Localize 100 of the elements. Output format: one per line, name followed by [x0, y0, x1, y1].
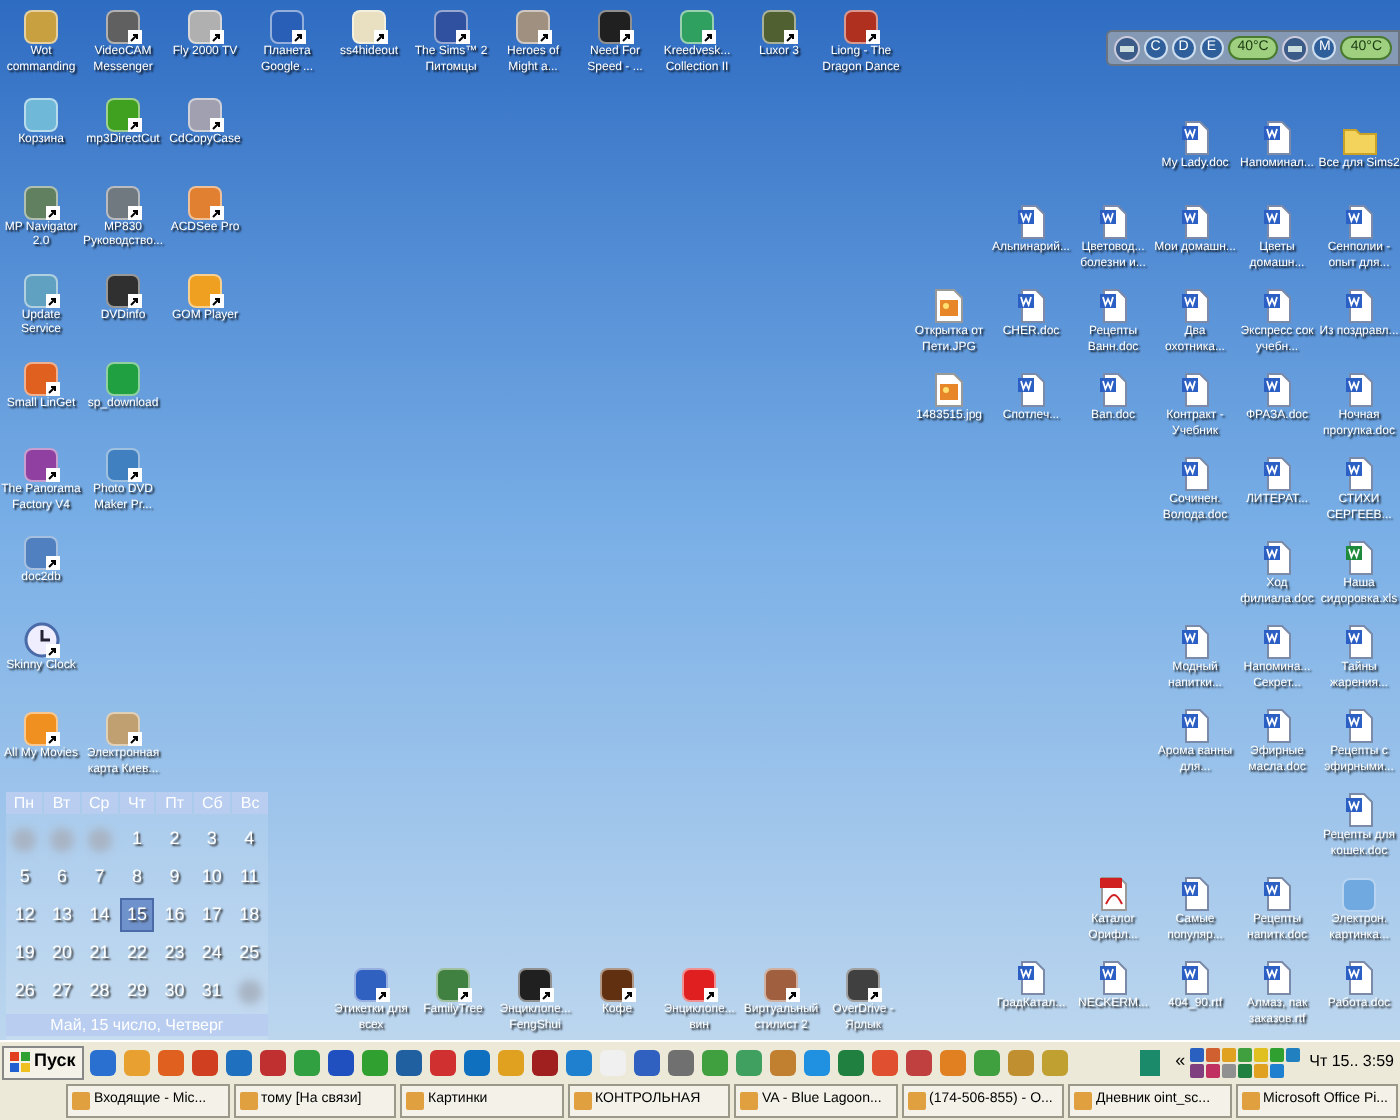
calendar-day[interactable]: 10: [194, 860, 229, 895]
quick-launch-icon[interactable]: [803, 1049, 830, 1075]
document-icon: [1097, 372, 1129, 408]
calendar-day[interactable]: 26: [7, 974, 42, 1009]
quick-launch-icon[interactable]: [905, 1049, 932, 1075]
window-icon: [1241, 1092, 1259, 1110]
quick-launch-icon[interactable]: [89, 1049, 116, 1075]
tray-expand-chevron[interactable]: «: [1175, 1048, 1186, 1076]
shortcut-arrow-icon: [46, 468, 60, 483]
document-icon: [1179, 120, 1211, 156]
shortcut-arrow-icon: [702, 30, 716, 44]
calendar-day[interactable]: 15: [119, 898, 154, 933]
calendar-day[interactable]: 23: [157, 936, 192, 971]
window-icon: [907, 1092, 925, 1110]
document-icon: [1179, 960, 1211, 996]
document-icon: [1179, 288, 1211, 324]
calendar-day[interactable]: 13: [45, 898, 80, 933]
calendar-day[interactable]: 31: [194, 974, 229, 1009]
calendar-day[interactable]: 11: [232, 860, 267, 895]
calendar-day[interactable]: 16: [157, 898, 192, 933]
document-icon: [1179, 456, 1211, 492]
calendar-day[interactable]: 3: [194, 822, 229, 857]
document-icon: [1097, 288, 1129, 324]
calendar-day[interactable]: 2: [157, 822, 192, 857]
calendar-date-caption: Май, 15 число, Четверг: [6, 1014, 268, 1037]
quick-launch-icon[interactable]: [463, 1049, 490, 1075]
quick-launch-icon[interactable]: [225, 1049, 252, 1075]
shortcut-arrow-icon: [292, 30, 306, 44]
calendar-day[interactable]: 5: [7, 860, 42, 895]
weekday-header: Вс: [232, 792, 268, 815]
shortcut-arrow-icon: [868, 988, 882, 1003]
quick-launch-icon[interactable]: [293, 1049, 320, 1075]
document-icon: [1343, 708, 1375, 744]
quick-launch-icon[interactable]: [429, 1049, 456, 1075]
taskbar-clock[interactable]: Чт 15.. 3:59: [1309, 1050, 1394, 1074]
pdf-file-icon: [1097, 876, 1129, 912]
windows-logo-icon: [10, 1052, 30, 1072]
calendar-day[interactable]: 12: [7, 898, 42, 933]
document-icon: [1179, 876, 1211, 912]
calendar-day[interactable]: 9: [157, 860, 192, 895]
language-indicator-icon[interactable]: [1139, 1049, 1160, 1075]
start-button[interactable]: Пуск: [2, 1045, 84, 1079]
calendar-day[interactable]: 30: [157, 974, 192, 1009]
quick-launch-icon[interactable]: [361, 1049, 388, 1075]
quick-launch-icon[interactable]: [531, 1049, 558, 1075]
calendar-day[interactable]: 7: [82, 860, 117, 895]
hard-disk-icon: [1282, 35, 1309, 61]
blank-day-cell: [237, 979, 262, 1004]
quick-launch-icon[interactable]: [157, 1049, 184, 1075]
document-icon: [1343, 456, 1375, 492]
shortcut-arrow-icon: [456, 30, 470, 44]
quick-launch-icon[interactable]: [735, 1049, 762, 1075]
calendar-day[interactable]: 19: [7, 936, 42, 971]
calendar-day[interactable]: 8: [119, 860, 154, 895]
calendar-day[interactable]: 18: [232, 898, 267, 933]
shortcut-arrow-icon: [210, 30, 224, 44]
calendar-day[interactable]: 21: [82, 936, 117, 971]
shortcut-arrow-icon: [46, 732, 60, 747]
blank-day-cell: [87, 827, 112, 852]
calendar-day[interactable]: 20: [45, 936, 80, 971]
document-icon: [1261, 288, 1293, 324]
calendar-day[interactable]: 6: [45, 860, 80, 895]
document-icon: [1179, 624, 1211, 660]
calendar-day[interactable]: 17: [194, 898, 229, 933]
quick-launch-icon[interactable]: [327, 1049, 354, 1075]
quick-launch-icon[interactable]: [701, 1049, 728, 1075]
quick-launch-icon[interactable]: [769, 1049, 796, 1075]
shortcut-arrow-icon: [704, 988, 718, 1003]
window-icon: [239, 1092, 257, 1110]
document-icon: [1261, 960, 1293, 996]
quick-launch-icon[interactable]: [395, 1049, 422, 1075]
quick-launch-icon[interactable]: [565, 1049, 592, 1075]
calendar-day[interactable]: 24: [194, 936, 229, 971]
quick-launch-icon[interactable]: [191, 1049, 218, 1075]
quick-launch-icon[interactable]: [871, 1049, 898, 1075]
document-icon: [1015, 288, 1047, 324]
window-icon: [1074, 1092, 1092, 1110]
document-icon: [1179, 204, 1211, 240]
shortcut-arrow-icon: [458, 988, 472, 1003]
quick-launch-icon[interactable]: [667, 1049, 694, 1075]
calendar-day[interactable]: 29: [119, 974, 154, 1009]
calendar-day[interactable]: 1: [119, 822, 154, 857]
calendar-day[interactable]: 27: [45, 974, 80, 1009]
hard-disk-icon: [1113, 35, 1140, 61]
blank-day-cell: [50, 827, 75, 852]
quick-launch-icon[interactable]: [973, 1049, 1000, 1075]
calendar-day[interactable]: 22: [119, 936, 154, 971]
document-icon: [1343, 960, 1375, 996]
quick-launch-icon[interactable]: [837, 1049, 864, 1075]
calendar-day[interactable]: 14: [82, 898, 117, 933]
document-icon: [1261, 120, 1293, 156]
blank-day-cell: [12, 827, 37, 852]
quick-launch-icon[interactable]: [633, 1049, 660, 1075]
calendar-day[interactable]: 25: [232, 936, 267, 971]
shortcut-arrow-icon: [620, 30, 634, 44]
calendar-day[interactable]: 4: [232, 822, 267, 857]
quick-launch-icon[interactable]: [259, 1049, 286, 1075]
calendar-day[interactable]: 28: [82, 974, 117, 1009]
weekday-header: Сб: [194, 792, 231, 815]
shortcut-arrow-icon: [786, 988, 800, 1003]
